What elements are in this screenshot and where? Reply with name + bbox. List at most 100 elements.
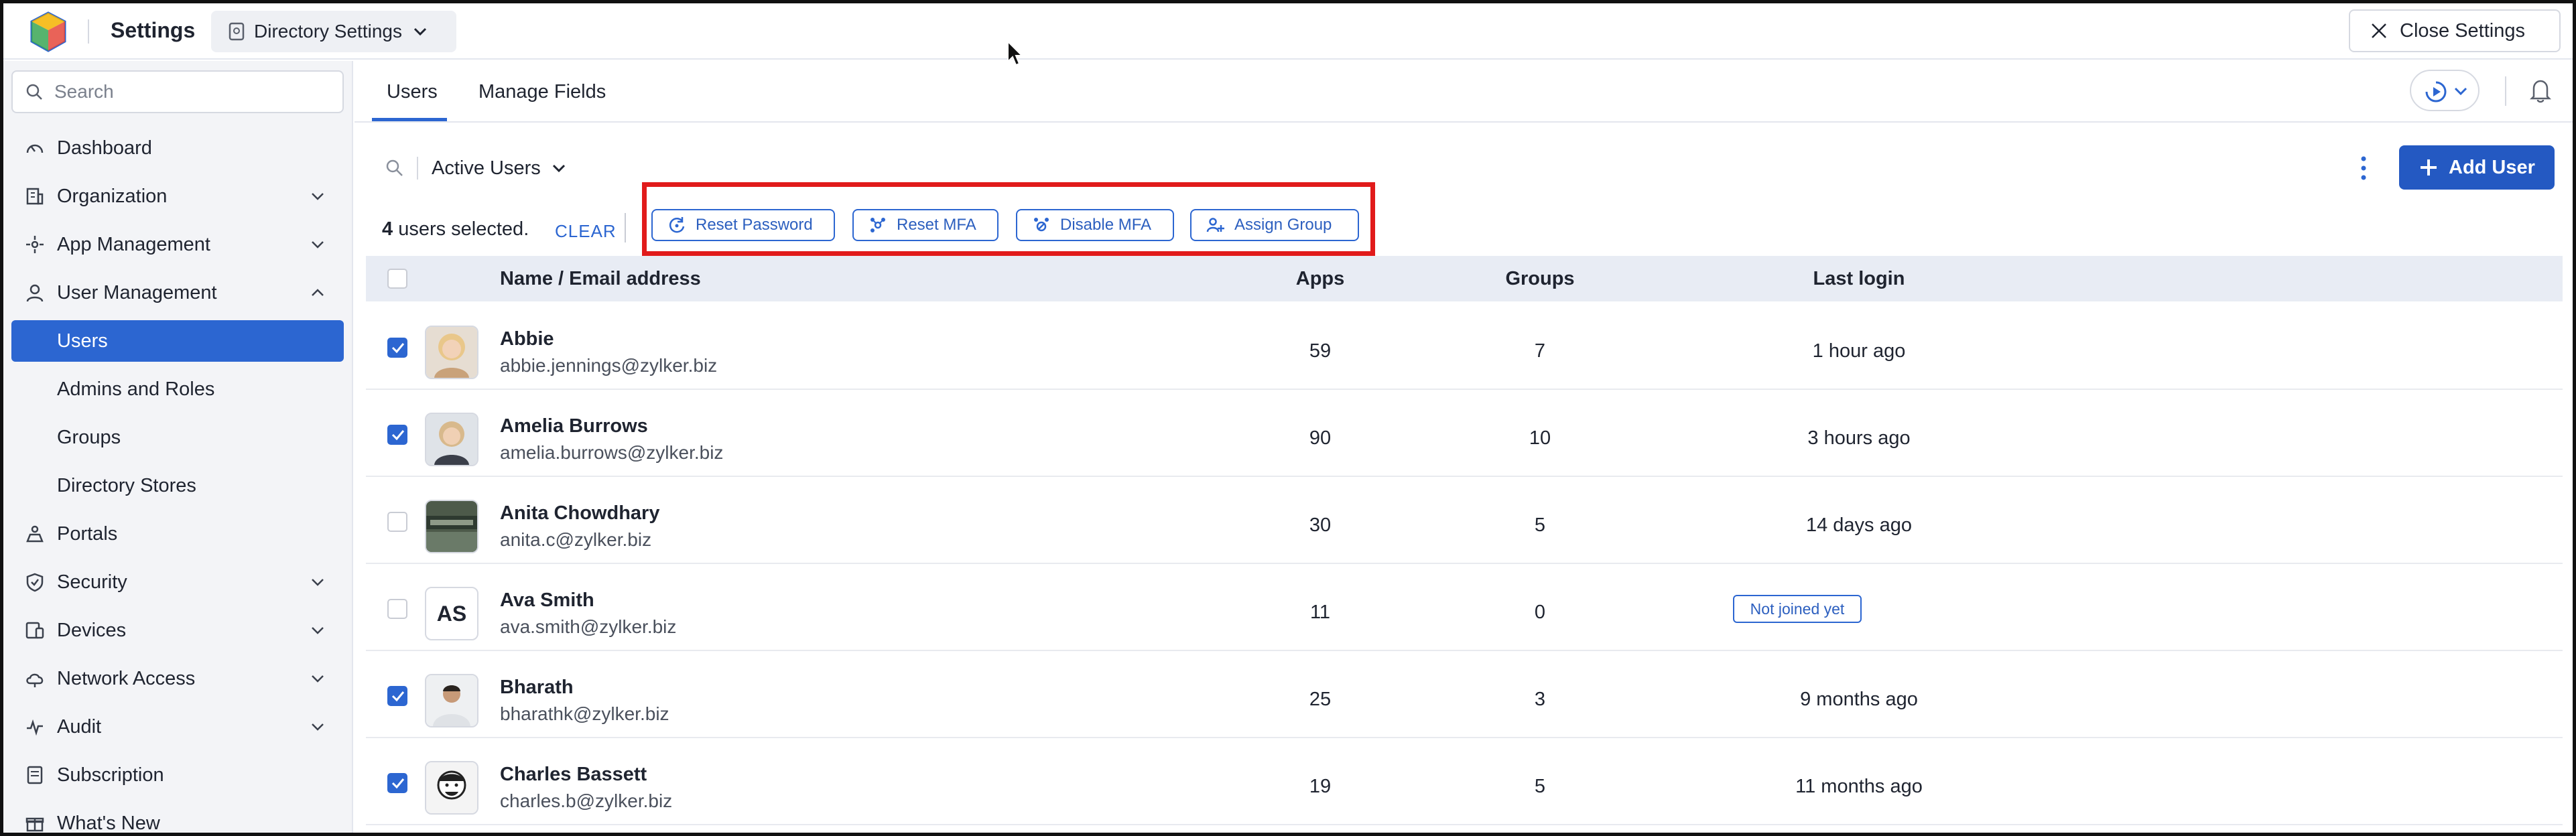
sidebar-item-label: Groups <box>57 426 121 448</box>
avatar-photo <box>426 762 477 813</box>
user-email: bharathk@zylker.biz <box>500 703 669 724</box>
sidebar-item-app-management[interactable]: App Management <box>11 224 344 265</box>
apps-count: 11 <box>1309 602 1331 623</box>
filter-divider <box>417 157 418 180</box>
sidebar-item-security[interactable]: Security <box>11 561 344 603</box>
avatar-photo <box>426 675 477 726</box>
header-divider <box>88 19 89 44</box>
row-checkbox[interactable] <box>387 599 407 619</box>
user-filter-dropdown[interactable]: Active Users <box>385 151 566 185</box>
sidebar-item-users[interactable]: Users <box>11 320 344 362</box>
sidebar: Search Dashboard Organization App Manage… <box>3 61 353 836</box>
apps-count: 25 <box>1309 689 1332 710</box>
devices-icon <box>25 622 44 639</box>
media-dropdown-button[interactable] <box>2410 70 2480 111</box>
apps-count: 19 <box>1309 776 1332 797</box>
selection-summary: 4 users selected. <box>382 218 529 240</box>
user-email: charles.b@zylker.biz <box>500 790 673 811</box>
checkmark-icon <box>391 691 405 702</box>
sidebar-item-label: Dashboard <box>57 137 152 159</box>
bell-icon[interactable] <box>2529 78 2552 103</box>
row-checkbox[interactable] <box>387 512 407 532</box>
table-row[interactable]: Amelia Burrows amelia.burrows@zylker.biz… <box>366 390 2563 477</box>
cloud-icon <box>26 673 44 687</box>
sidebar-item-subscription[interactable]: Subscription <box>11 754 344 796</box>
sidebar-item-portals[interactable]: Portals <box>11 513 344 555</box>
top-bar: Settings Directory Settings Close Settin… <box>3 3 2573 60</box>
table-header: Name / Email address Apps Groups Last lo… <box>366 256 2563 301</box>
user-email: ava.smith@zylker.biz <box>500 616 677 637</box>
user-icon <box>26 284 44 302</box>
clear-selection-link[interactable]: CLEAR <box>555 221 617 242</box>
avatar-initials: AS <box>436 602 467 626</box>
chevron-down-icon <box>2454 87 2467 95</box>
app-logo-icon <box>30 11 66 52</box>
sidebar-item-label: User Management <box>57 281 217 303</box>
chevron-down-icon <box>312 241 324 249</box>
portal-icon <box>26 525 44 543</box>
sidebar-item-label: Admins and Roles <box>57 378 215 400</box>
sidebar-item-organization[interactable]: Organization <box>11 176 344 217</box>
chevron-up-icon <box>312 289 324 296</box>
user-name: Charles Bassett <box>500 764 647 785</box>
selected-count: 4 <box>382 218 393 240</box>
sidebar-item-devices[interactable]: Devices <box>11 610 344 651</box>
tab-manage-fields[interactable]: Manage Fields <box>478 81 606 103</box>
plus-icon <box>2421 159 2437 176</box>
add-user-button[interactable]: Add User <box>2399 145 2555 190</box>
table-row[interactable]: Bharath bharathk@zylker.biz 25 3 9 month… <box>366 651 2563 738</box>
active-tab-indicator <box>372 118 447 121</box>
close-settings-label: Close Settings <box>2400 19 2525 42</box>
chevron-down-icon <box>312 675 324 683</box>
last-login: 9 months ago <box>1800 689 1918 710</box>
sidebar-item-whats-new[interactable]: What's New <box>11 803 344 836</box>
sidebar-search-input[interactable]: Search <box>11 70 344 113</box>
chevron-down-icon <box>312 723 324 731</box>
close-icon <box>2372 23 2386 38</box>
sidebar-item-network-access[interactable]: Network Access <box>11 658 344 699</box>
row-checkbox[interactable] <box>387 686 407 706</box>
user-name: Amelia Burrows <box>500 415 648 437</box>
search-icon <box>26 84 42 100</box>
apps-count: 30 <box>1309 514 1332 536</box>
table-row[interactable]: Charles Bassett charles.b@zylker.biz 19 … <box>366 738 2563 825</box>
table-row[interactable]: Anita Chowdhary anita.c@zylker.biz 30 5 … <box>366 477 2563 564</box>
avatar <box>425 674 478 727</box>
directory-settings-label: Directory Settings <box>254 21 402 42</box>
row-checkbox[interactable] <box>387 338 407 358</box>
sidebar-item-label: Users <box>57 330 108 352</box>
last-login: 14 days ago <box>1805 514 1912 536</box>
filter-label: Active Users <box>432 157 541 179</box>
column-header-name: Name / Email address <box>500 268 701 289</box>
not-joined-badge: Not joined yet <box>1733 595 1862 623</box>
play-circle-icon <box>2425 81 2447 102</box>
directory-settings-dropdown[interactable]: Directory Settings <box>211 11 456 52</box>
sidebar-item-user-management[interactable]: User Management <box>11 272 344 314</box>
sidebar-item-label: Portals <box>57 522 118 545</box>
close-settings-button[interactable]: Close Settings <box>2349 9 2561 52</box>
sidebar-item-groups[interactable]: Groups <box>11 417 344 458</box>
tab-users[interactable]: Users <box>387 81 438 103</box>
sidebar-item-admins-and-roles[interactable]: Admins and Roles <box>11 368 344 410</box>
sidebar-item-dashboard[interactable]: Dashboard <box>11 127 344 169</box>
select-all-checkbox[interactable] <box>387 269 407 289</box>
chevron-down-icon <box>312 193 324 200</box>
row-checkbox[interactable] <box>387 425 407 445</box>
more-options-icon[interactable] <box>2360 155 2367 181</box>
sidebar-item-directory-stores[interactable]: Directory Stores <box>11 465 344 506</box>
gauge-icon <box>26 144 44 153</box>
sidebar-item-audit[interactable]: Audit <box>11 706 344 748</box>
tab-bar: Users Manage Fields <box>355 61 2573 123</box>
table-row[interactable]: Abbie abbie.jennings@zylker.biz 59 7 1 h… <box>366 303 2563 390</box>
row-checkbox[interactable] <box>387 773 407 793</box>
sidebar-item-label: App Management <box>57 233 210 255</box>
selection-divider <box>625 213 626 242</box>
last-login: 3 hours ago <box>1807 427 1911 449</box>
gift-icon <box>25 817 44 832</box>
checkmark-icon <box>391 430 405 441</box>
sidebar-item-label: Subscription <box>57 764 164 786</box>
sidebar-item-label: Network Access <box>57 667 196 689</box>
table-row[interactable]: AS Ava Smith ava.smith@zylker.biz 11 0 N… <box>366 564 2563 651</box>
user-name: Ava Smith <box>500 589 594 611</box>
column-header-groups: Groups <box>1505 268 1575 289</box>
